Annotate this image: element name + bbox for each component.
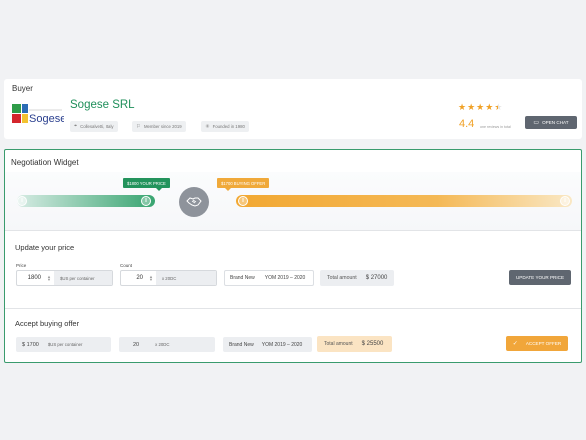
count-input[interactable]: 20 ▲ ▼ x 20DC	[120, 270, 217, 286]
founded-chip: ✳ Founded in 1980	[201, 121, 249, 132]
offer-count-value: 20	[133, 341, 140, 348]
star-icon: ★	[485, 102, 494, 112]
company-name: Sogese SRL	[70, 99, 135, 111]
yom-label: YOM 2019 – 2020	[264, 275, 306, 281]
offer-total-label: Total amount	[324, 341, 353, 347]
offer-condition-yom-box: Brand New YOM 2019 – 2020	[223, 337, 312, 352]
star-half-icon: ★	[494, 102, 503, 112]
offer-price-box: $ 1700 $US per container	[16, 337, 111, 352]
total-amount-label: Total amount	[327, 275, 357, 281]
total-amount-value: $ 27000	[365, 275, 388, 281]
rating-note: one reviews in total	[480, 125, 511, 129]
rating-value: 4.4	[459, 118, 475, 130]
price-input[interactable]: 1800 ▲ ▼ $US per container	[16, 270, 113, 286]
star-icon: ★	[476, 102, 485, 112]
accept-total-box: Total amount $ 25500	[317, 336, 392, 352]
update-price-title: Update your price	[15, 243, 75, 252]
buying-offer-handle[interactable]: ‖	[238, 196, 248, 206]
negotiation-widget: Negotiation Widget $1800 YOUR PRICE ‖ ‖ …	[4, 149, 582, 363]
accept-offer-title: Accept buying offer	[15, 319, 80, 328]
map-pin-icon: ⌖	[74, 123, 78, 129]
offer-count-unit: x 20DC	[155, 342, 170, 347]
founded-label: Founded in 1980	[212, 124, 245, 129]
check-icon: ✓	[512, 341, 518, 347]
price-unit: $US per container	[53, 271, 112, 285]
accept-offer-button[interactable]: ✓ ACCEPT OFFER	[506, 336, 568, 351]
your-price-flag: $1800 YOUR PRICE	[123, 178, 170, 191]
offer-condition-label: Brand New	[229, 341, 254, 348]
your-price-handle[interactable]: ‖	[141, 196, 151, 206]
sparkle-icon: ✳	[205, 123, 210, 130]
location-label: Collesalvetti, Italy	[80, 124, 114, 129]
company-logo: Sogese	[12, 104, 66, 130]
divider	[5, 308, 581, 309]
buying-offer-max-handle[interactable]: ‖	[560, 196, 570, 206]
price-label: Price	[16, 263, 27, 268]
count-label: Count	[120, 263, 133, 268]
buying-offer-track[interactable]	[236, 195, 572, 207]
offer-total-value: $ 25500	[361, 341, 384, 347]
member-since-label: Member since 2019	[143, 124, 182, 129]
buyer-heading: Buyer	[12, 84, 33, 93]
chat-icon: ▭	[533, 120, 540, 126]
divider	[5, 230, 581, 231]
svg-text:Sogese: Sogese	[29, 113, 64, 125]
open-chat-button[interactable]: ▭ OPEN CHAT	[525, 116, 577, 129]
condition-label: Brand New	[230, 275, 255, 281]
your-price-min-handle[interactable]: ‖	[17, 196, 27, 206]
handshake-icon	[179, 187, 209, 217]
offer-price-value: $ 1700	[22, 341, 39, 348]
count-value[interactable]: 20	[121, 275, 149, 281]
buyer-card: Buyer Sogese Sogese SRL ⌖ Collesalvetti,…	[4, 79, 582, 139]
count-unit: x 20DC	[155, 271, 216, 285]
count-stepper[interactable]: ▲ ▼	[149, 275, 153, 282]
price-value[interactable]: 1800	[17, 275, 47, 281]
offer-yom-label: YOM 2019 – 2020	[261, 341, 303, 348]
star-icon: ★	[467, 102, 476, 112]
price-stepper[interactable]: ▲ ▼	[47, 275, 51, 282]
update-price-button[interactable]: UPDATE YOUR PRICE	[509, 270, 571, 285]
widget-title: Negotiation Widget	[11, 158, 79, 167]
your-price-track[interactable]	[17, 195, 155, 207]
flag-icon: ⚐	[136, 123, 141, 130]
offer-count-box: 20 x 20DC	[119, 337, 215, 352]
accept-offer-label: ACCEPT OFFER	[525, 341, 562, 346]
condition-yom-box: Brand New YOM 2019 – 2020	[224, 270, 314, 286]
star-icon: ★	[458, 102, 467, 112]
member-since-chip: ⚐ Member since 2019	[132, 121, 186, 132]
buying-offer-flag: $1700 BUYING OFFER	[217, 178, 270, 191]
update-total-box: Total amount $ 27000	[320, 270, 394, 286]
location-chip: ⌖ Collesalvetti, Italy	[70, 121, 118, 132]
offer-price-unit: $US per container	[47, 342, 83, 347]
open-chat-label: OPEN CHAT	[542, 120, 569, 125]
rating-stars: ★ ★ ★ ★ ★	[458, 102, 502, 113]
